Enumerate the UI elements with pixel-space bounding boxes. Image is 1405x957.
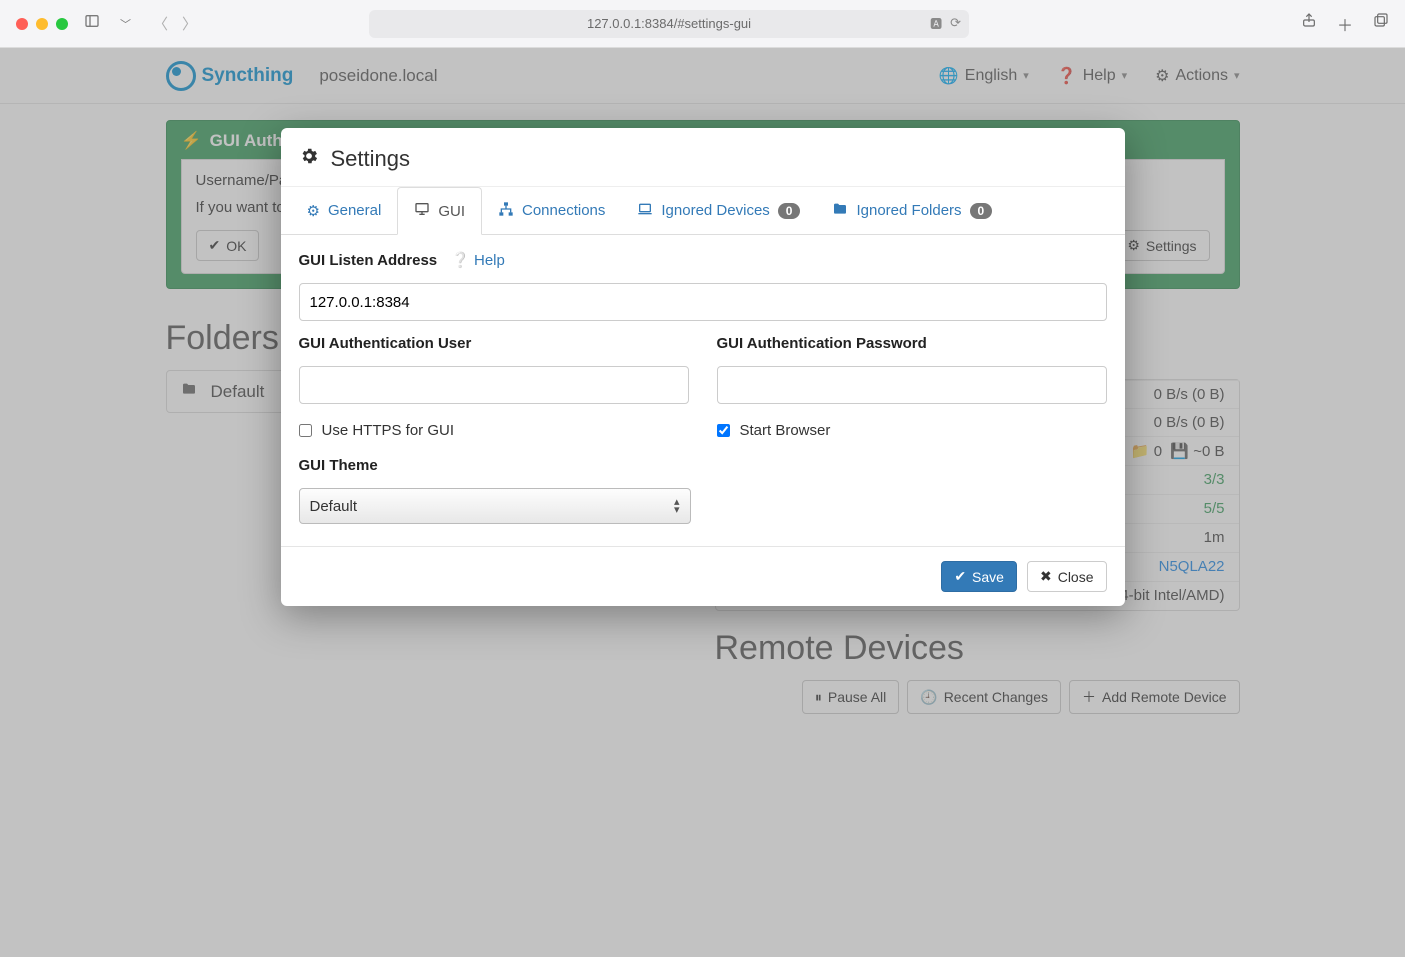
tabs-icon[interactable] xyxy=(1373,12,1389,36)
sitemap-icon xyxy=(498,201,514,221)
window-controls xyxy=(16,18,68,30)
tab-connections[interactable]: Connections xyxy=(482,187,621,234)
ignored-folders-badge: 0 xyxy=(970,203,993,219)
reload-icon[interactable]: ⟳ xyxy=(950,15,961,32)
select-caret-icon: ▴▾ xyxy=(674,498,680,514)
reader-icon[interactable]: 🅰 xyxy=(930,15,942,32)
back-button[interactable]: 〈 xyxy=(153,13,168,34)
new-tab-icon[interactable]: ＋ xyxy=(1337,12,1353,36)
auth-password-input[interactable] xyxy=(717,366,1107,404)
auth-password-label: GUI Authentication Password xyxy=(717,335,927,352)
gear-icon: ⚙ xyxy=(307,202,320,220)
sidebar-icon[interactable] xyxy=(80,13,104,34)
forward-button: 〉 xyxy=(182,13,197,34)
tab-ignored-folders[interactable]: Ignored Folders 0 xyxy=(816,187,1008,234)
maximize-window-icon[interactable] xyxy=(56,18,68,30)
modal-title: Settings xyxy=(331,146,411,172)
gui-theme-select[interactable]: Default ▴▾ xyxy=(299,488,691,524)
share-icon[interactable] xyxy=(1301,12,1317,36)
folder-icon xyxy=(832,201,848,221)
laptop-icon xyxy=(637,201,653,221)
url-text: 127.0.0.1:8384/#settings-gui xyxy=(587,16,751,31)
desktop-icon xyxy=(414,201,430,221)
listen-address-input[interactable] xyxy=(299,283,1107,321)
tab-general[interactable]: ⚙General xyxy=(291,187,398,234)
start-browser-label: Start Browser xyxy=(740,422,831,439)
tab-gui[interactable]: GUI xyxy=(397,187,482,235)
close-window-icon[interactable] xyxy=(16,18,28,30)
start-browser-checkbox[interactable] xyxy=(717,424,730,437)
settings-tabs: ⚙General GUI Connections Ignored Devices… xyxy=(281,187,1125,235)
question-icon: ❔ xyxy=(451,251,470,269)
ignored-devices-badge: 0 xyxy=(778,203,801,219)
use-https-checkbox[interactable] xyxy=(299,424,312,437)
auth-user-label: GUI Authentication User xyxy=(299,335,472,352)
gui-theme-value: Default xyxy=(310,498,358,515)
minimize-window-icon[interactable] xyxy=(36,18,48,30)
close-button[interactable]: ✖ Close xyxy=(1027,561,1107,592)
help-link[interactable]: ❔Help xyxy=(451,251,505,269)
chevron-down-icon[interactable]: ﹀ xyxy=(116,16,135,32)
url-bar[interactable]: 127.0.0.1:8384/#settings-gui 🅰 ⟳ xyxy=(369,10,969,38)
use-https-label: Use HTTPS for GUI xyxy=(322,422,455,439)
gear-icon xyxy=(299,146,319,172)
browser-toolbar: ﹀ 〈 〉 127.0.0.1:8384/#settings-gui 🅰 ⟳ ＋ xyxy=(0,0,1405,48)
auth-user-input[interactable] xyxy=(299,366,689,404)
gui-theme-label: GUI Theme xyxy=(299,457,378,474)
tab-ignored-devices[interactable]: Ignored Devices 0 xyxy=(621,187,816,234)
listen-address-label: GUI Listen Address xyxy=(299,252,438,269)
settings-modal: Settings ⚙General GUI Connections Ignore… xyxy=(281,128,1125,606)
save-button[interactable]: ✔ Save xyxy=(941,561,1017,592)
